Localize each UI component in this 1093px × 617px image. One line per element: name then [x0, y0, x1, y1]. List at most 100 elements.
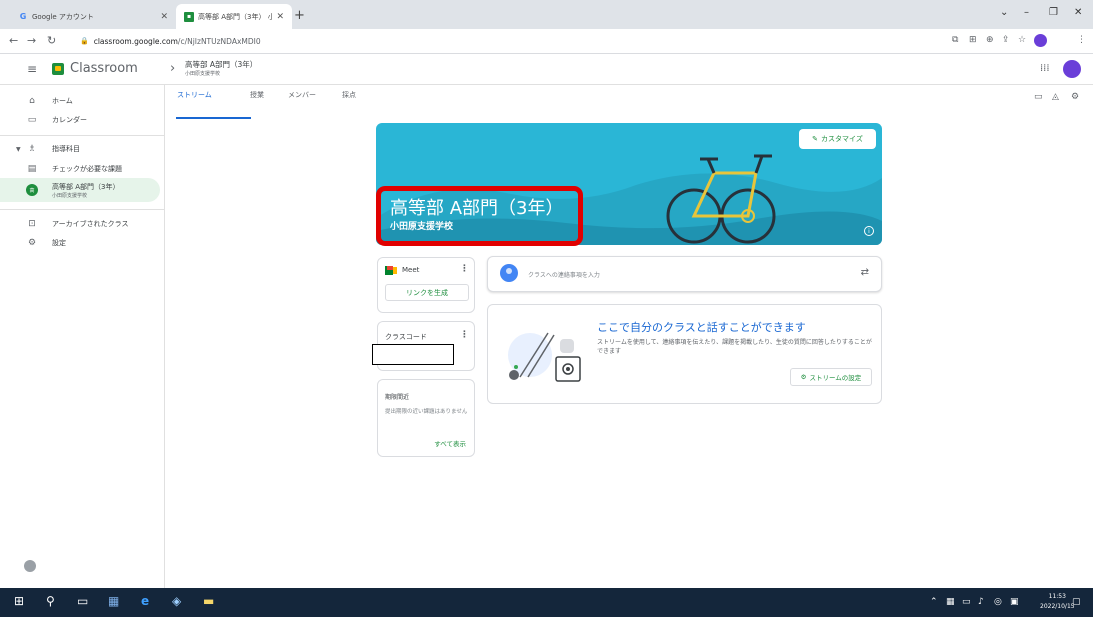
chevron-down-icon[interactable]: ⌄ — [1000, 7, 1008, 18]
class-avatar-icon: 高 — [26, 184, 38, 196]
url-path: /c/NjIzNTUzNDAxMDI0 — [177, 36, 261, 46]
battery-icon[interactable]: ▭ — [962, 597, 971, 607]
sidebar-item-calendar[interactable]: ▭ カレンダー — [0, 109, 160, 131]
translate-icon[interactable]: ⊞ — [969, 35, 977, 45]
caret-down-icon[interactable]: ▼ — [16, 146, 21, 153]
edge-icon[interactable]: e — [141, 594, 149, 608]
drive-folder-icon[interactable]: ◬ — [1052, 92, 1059, 102]
gear-icon[interactable]: ⚙ — [1071, 92, 1079, 102]
sidebar-item-settings[interactable]: ⚙ 設定 — [0, 232, 160, 254]
repost-icon[interactable]: ⇄ — [861, 267, 869, 278]
stream-intro-card: ここで自分のクラスと話すことができます ストリームを使用して、連絡事項を伝えたり… — [487, 304, 882, 404]
breadcrumb-class-subtitle: 小田原支援学校 — [185, 71, 221, 77]
reload-icon[interactable]: ↻ — [47, 34, 56, 47]
more-options-icon[interactable]: ⋮ — [460, 264, 469, 274]
account-avatar[interactable] — [1063, 60, 1081, 78]
notifications-icon[interactable]: ▢ — [1072, 597, 1081, 607]
search-icon[interactable]: ⚲ — [46, 594, 55, 608]
share-icon[interactable]: ⇪ — [1002, 35, 1010, 45]
sidebar-item-label: アーカイブされたクラス — [52, 220, 129, 228]
stream-illustration-icon — [508, 332, 581, 382]
calendar-icon[interactable]: ▭ — [1034, 92, 1043, 102]
browser-menu-icon[interactable]: ⋮ — [1077, 35, 1086, 45]
sidebar-item-label: チェックが必要な課題 — [52, 165, 122, 173]
upcoming-card: 期限間近 提出期限の近い課題はありません すべて表示 — [377, 379, 475, 457]
lock-icon: 🔒 — [80, 37, 89, 45]
network-icon[interactable]: ▦ — [946, 597, 955, 607]
restore-icon[interactable]: ❐ — [1049, 7, 1058, 18]
tab-people[interactable]: メンバー — [288, 90, 316, 100]
stream-settings-button[interactable]: ⚙ ストリームの設定 — [790, 368, 872, 386]
archive-icon: ⊡ — [28, 219, 36, 229]
back-icon[interactable]: ← — [9, 34, 18, 47]
highlight-annotation-box — [376, 186, 583, 246]
clock-time: 11:53 — [1048, 593, 1066, 600]
upcoming-title: 期限間近 — [385, 394, 410, 401]
google-lens-icon[interactable]: ⧉ — [952, 35, 958, 45]
close-icon[interactable]: ✕ — [276, 12, 284, 22]
view-all-link[interactable]: すべて表示 — [434, 438, 466, 448]
pencil-icon: ✎ — [812, 135, 819, 143]
main-menu-icon[interactable]: ≡ — [27, 62, 37, 76]
wifi-icon[interactable]: ◎ — [994, 597, 1002, 607]
breadcrumb-class-title[interactable]: 高等部 A部門（3年） — [185, 59, 257, 70]
app-name[interactable]: Classroom — [70, 61, 138, 76]
ime-icon[interactable]: ▣ — [1010, 597, 1019, 607]
sidebar-item-class[interactable]: 高 高等部 A部門（3年） 小田原支援学校 — [0, 178, 160, 202]
gear-icon: ⚙ — [27, 238, 37, 248]
home-icon: ⌂ — [29, 96, 35, 106]
meet-card: Meet ⋮ リンクを生成 — [377, 257, 475, 313]
classroom-logo-icon[interactable] — [52, 63, 64, 75]
browser-tab-classroom[interactable]: ▪ 高等部 A部門（3年） 小田原支… ✕ — [176, 4, 292, 29]
close-icon[interactable]: ✕ — [160, 12, 168, 22]
minimize-icon[interactable]: – — [1024, 7, 1029, 18]
sidebar-item-label: 設定 — [52, 239, 66, 247]
browser-tab-google-account[interactable]: G Google アカウント ✕ — [10, 4, 176, 29]
stream-intro-title: ここで自分のクラスと話すことができます — [597, 321, 806, 334]
tab-label: Google アカウント — [32, 12, 94, 21]
google-icon: G — [19, 12, 27, 21]
media-player-icon[interactable]: ◈ — [172, 594, 181, 608]
generate-link-button[interactable]: リンクを生成 — [385, 284, 469, 301]
customize-label: カスタマイズ — [821, 135, 863, 143]
tab-grades[interactable]: 採点 — [342, 90, 356, 100]
classroom-icon: ▪ — [184, 11, 194, 22]
chevron-up-icon[interactable]: ⌃ — [930, 597, 938, 607]
chevron-right-icon: › — [170, 61, 176, 76]
windows-taskbar: ⊞ ⚲ ▭ ▦ e ◈ ▬ ⌃ ▦ ▭ ♪ ◎ ▣ 11:53 2022/10/… — [0, 588, 1093, 617]
meet-label: Meet — [402, 266, 420, 274]
zoom-icon[interactable]: ⊕ — [986, 35, 994, 45]
store-icon[interactable]: ▦ — [108, 594, 119, 608]
more-options-icon[interactable]: ⋮ — [460, 330, 469, 340]
windows-start-icon[interactable]: ⊞ — [14, 594, 24, 608]
help-icon[interactable] — [24, 560, 36, 572]
task-view-icon[interactable]: ▭ — [77, 594, 88, 608]
new-tab-icon[interactable]: + — [294, 8, 305, 23]
avatar — [500, 264, 518, 282]
stream-settings-label: ストリームの設定 — [809, 374, 862, 382]
info-icon[interactable]: i — [864, 226, 874, 236]
tab-classwork[interactable]: 授業 — [250, 90, 264, 100]
announce-composer[interactable]: クラスへの連絡事項を入力 ⇄ — [487, 256, 882, 292]
bookmark-star-icon[interactable]: ☆ — [1018, 35, 1026, 45]
taskbar-clock[interactable]: 11:53 2022/10/15 — [1040, 592, 1075, 612]
sidebar-item-teaching[interactable]: ▼ ♗ 指導科目 — [0, 138, 160, 160]
gear-icon: ⚙ — [800, 373, 807, 381]
upcoming-empty-text: 提出期限の近い課題はありません — [385, 409, 468, 415]
review-folder-icon: ▤ — [27, 164, 37, 174]
people-icon: ♗ — [27, 144, 37, 154]
customize-button[interactable]: ✎ カスタマイズ — [799, 129, 876, 149]
file-explorer-icon[interactable]: ▬ — [203, 594, 214, 608]
meet-icon — [385, 266, 397, 275]
address-bar[interactable]: 🔒 classroom.google.com /c/NjIzNTUzNDAxMD… — [80, 33, 261, 49]
class-code-redaction-box — [372, 344, 454, 365]
tab-stream[interactable]: ストリーム — [177, 90, 212, 100]
volume-icon[interactable]: ♪ — [978, 597, 984, 607]
sidebar-item-to-review[interactable]: ▤ チェックが必要な課題 — [0, 158, 160, 180]
calendar-icon: ▭ — [27, 115, 37, 125]
active-tab-indicator — [176, 117, 251, 119]
google-apps-icon[interactable]: ⁞⁞⁞ — [1040, 63, 1050, 74]
window-close-icon[interactable]: ✕ — [1074, 7, 1082, 18]
forward-icon[interactable]: → — [27, 34, 36, 47]
browser-profile-avatar[interactable] — [1034, 34, 1047, 47]
